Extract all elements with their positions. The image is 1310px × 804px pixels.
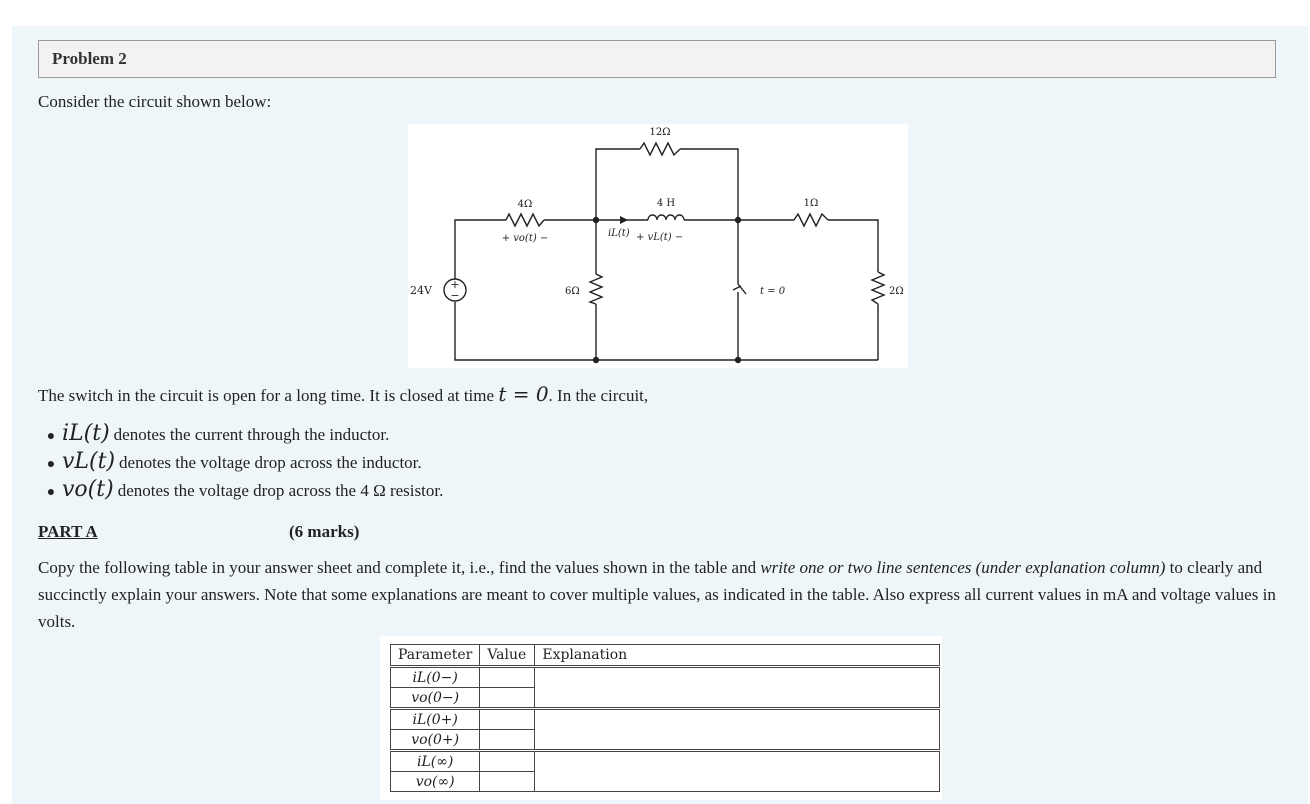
wire-top-right bbox=[680, 148, 739, 220]
parameter-cell: iL(0+) bbox=[389, 707, 481, 730]
parameter-cell: iL(0−) bbox=[389, 665, 481, 688]
resistor-2ohm-label: 2Ω bbox=[889, 286, 904, 297]
parameter-cell: vo(0−) bbox=[389, 687, 481, 709]
table-row: iL(0−) bbox=[389, 665, 941, 709]
parameter-cell: vo(∞) bbox=[389, 771, 481, 792]
parameter-cell: iL(∞) bbox=[389, 749, 481, 772]
parameter-table: Parameter Value Explanation iL(0−) vo(0−… bbox=[389, 644, 941, 792]
definitions-list: ● iL(t) denotes the current through the in… bbox=[38, 420, 444, 504]
explanation-cell bbox=[534, 665, 941, 709]
bullet-icon: ● bbox=[46, 485, 56, 500]
resistor-1ohm-label: 1Ω bbox=[804, 198, 819, 209]
wire-top-left bbox=[595, 148, 640, 220]
switch-description: The switch in the circuit is open for a … bbox=[38, 381, 648, 409]
source-polarity: − bbox=[450, 289, 459, 302]
wire-bottom bbox=[454, 302, 878, 361]
definition-text: denotes the voltage drop across the 4 Ω … bbox=[117, 481, 444, 500]
resistor-4ohm bbox=[505, 212, 545, 228]
resistor-12ohm bbox=[639, 141, 681, 157]
junction-dot bbox=[592, 216, 600, 224]
junction-dot bbox=[734, 216, 742, 224]
table-header-row: Parameter Value Explanation bbox=[389, 644, 941, 667]
junction-dot bbox=[734, 356, 742, 364]
list-item: ● iL(t) denotes the current through the in… bbox=[38, 420, 443, 448]
definition-symbol: vo(t) bbox=[62, 477, 114, 502]
definition-text: denotes the voltage drop across the indu… bbox=[119, 453, 422, 472]
definition-text: denotes the current through the inductor… bbox=[113, 425, 390, 444]
parameter-table-container: Parameter Value Explanation iL(0−) vo(0−… bbox=[380, 636, 942, 800]
parameter-cell: vo(0+) bbox=[389, 729, 481, 751]
switch-text-before: The switch in the circuit is open for a … bbox=[38, 386, 499, 405]
column-header-explanation: Explanation bbox=[534, 644, 941, 667]
switch-contact bbox=[732, 285, 742, 291]
column-header-parameter: Parameter bbox=[389, 644, 481, 667]
wire-right-top bbox=[828, 219, 879, 272]
instructions-emphasis: write one or two line sentences (under e… bbox=[760, 558, 1166, 577]
vo-label: + vo(t) − bbox=[502, 233, 549, 244]
circuit-diagram: + − 24V 4Ω + vo(t) − 12Ω 4 H iL(t) + vL(… bbox=[408, 124, 908, 368]
current-arrow-icon bbox=[620, 216, 628, 224]
resistor-6ohm-label: 6Ω bbox=[565, 286, 580, 297]
resistor-1ohm bbox=[793, 212, 829, 228]
value-cell bbox=[479, 707, 536, 730]
table-row: iL(0+) bbox=[389, 707, 941, 751]
column-header-value: Value bbox=[479, 644, 536, 667]
il-label: iL(t) bbox=[608, 228, 630, 239]
resistor-6ohm bbox=[588, 273, 604, 305]
circuit-svg: + − 24V 4Ω + vo(t) − 12Ω 4 H iL(t) + vL(… bbox=[410, 127, 904, 364]
source-label: 24V bbox=[410, 284, 433, 297]
explanation-cell bbox=[534, 707, 941, 751]
bullet-icon: ● bbox=[46, 457, 56, 472]
switch-text-after: . In the circuit, bbox=[548, 386, 649, 405]
problem-panel: Problem 2 Consider the circuit shown bel… bbox=[12, 26, 1308, 804]
list-item: ● vo(t) denotes the voltage drop across th… bbox=[38, 476, 444, 504]
bullet-icon: ● bbox=[46, 429, 56, 444]
value-cell bbox=[479, 729, 536, 751]
resistor-12ohm-label: 12Ω bbox=[649, 127, 670, 138]
value-cell bbox=[479, 687, 536, 709]
definition-symbol: iL(t) bbox=[62, 421, 110, 446]
value-cell bbox=[479, 749, 536, 772]
value-cell bbox=[479, 665, 536, 688]
part-marks: (6 marks) bbox=[289, 522, 360, 541]
inductor-coil bbox=[647, 214, 685, 221]
wire-left bbox=[454, 219, 506, 284]
table-row: iL(∞) bbox=[389, 749, 941, 792]
list-item: ● vL(t) denotes the voltage drop across th… bbox=[38, 448, 443, 476]
intro-text: Consider the circuit shown below: bbox=[38, 92, 272, 111]
part-label: PART A bbox=[38, 522, 98, 541]
inductor-label: 4 H bbox=[657, 198, 676, 209]
switch-blade bbox=[737, 283, 747, 295]
junction-dot bbox=[592, 356, 600, 364]
problem-title: Problem 2 bbox=[52, 49, 127, 68]
vl-label: + vL(t) − bbox=[636, 232, 683, 243]
resistor-4ohm-label: 4Ω bbox=[518, 199, 533, 210]
instructions-a: Copy the following table in your answer … bbox=[38, 558, 761, 577]
switch-label: t = 0 bbox=[760, 286, 786, 297]
explanation-cell bbox=[534, 749, 941, 792]
value-cell bbox=[479, 771, 536, 792]
problem-header: Problem 2 bbox=[38, 40, 1276, 78]
definition-symbol: vL(t) bbox=[62, 449, 116, 474]
resistor-2ohm bbox=[870, 271, 886, 305]
switch-time-math: t = 0 bbox=[498, 382, 549, 406]
instructions-text: Copy the following table in your answer … bbox=[38, 554, 1288, 635]
